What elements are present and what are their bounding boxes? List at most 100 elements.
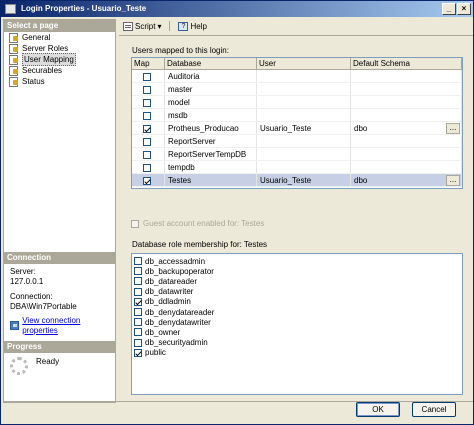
database-cell: model bbox=[165, 96, 257, 108]
chevron-down-icon[interactable]: ▾ bbox=[157, 22, 161, 31]
map-checkbox[interactable] bbox=[143, 85, 151, 94]
browse-schema-button[interactable]: ... bbox=[446, 123, 460, 134]
user-cell[interactable]: Usuario_Teste bbox=[257, 174, 351, 186]
table-row[interactable]: model bbox=[132, 96, 462, 109]
users-mapped-label: Users mapped to this login: bbox=[132, 46, 229, 55]
page-item-status[interactable]: Status bbox=[4, 76, 115, 87]
list-item: db_securityadmin bbox=[134, 338, 460, 348]
map-cell bbox=[132, 174, 165, 186]
minimize-icon[interactable]: _ bbox=[442, 3, 456, 15]
col-database-header[interactable]: Database bbox=[165, 58, 257, 69]
cancel-button[interactable]: Cancel bbox=[412, 402, 456, 417]
view-connection-properties-link[interactable]: View connection properties bbox=[22, 316, 109, 335]
user-mapping-grid: Map Database User Default Schema Auditor… bbox=[131, 57, 463, 189]
close-icon[interactable]: × bbox=[457, 3, 471, 15]
map-checkbox[interactable] bbox=[143, 137, 151, 146]
schema-cell[interactable] bbox=[351, 70, 462, 82]
help-button[interactable]: ? Help bbox=[178, 21, 207, 31]
user-cell[interactable] bbox=[257, 96, 351, 108]
role-checkbox[interactable] bbox=[134, 318, 142, 327]
map-checkbox[interactable] bbox=[143, 72, 151, 81]
script-icon bbox=[123, 21, 133, 31]
list-item: db_datawriter bbox=[134, 287, 460, 297]
page-icon bbox=[9, 77, 19, 87]
page-item-general[interactable]: General bbox=[4, 32, 115, 43]
list-item: db_denydatawriter bbox=[134, 317, 460, 327]
table-row[interactable]: Testes Usuario_Teste dbo... bbox=[132, 174, 462, 187]
page-item-label: Status bbox=[22, 77, 45, 86]
map-cell bbox=[132, 148, 165, 160]
col-schema-header[interactable]: Default Schema bbox=[351, 58, 462, 69]
page-icon bbox=[9, 44, 19, 54]
progress-header: Progress bbox=[4, 341, 115, 353]
table-row[interactable]: msdb bbox=[132, 109, 462, 122]
page-item-securables[interactable]: Securables bbox=[4, 65, 115, 76]
map-cell bbox=[132, 161, 165, 173]
table-row[interactable]: ReportServer bbox=[132, 135, 462, 148]
page-list: General Server Roles User Mapping Securable… bbox=[4, 32, 115, 87]
window-title: Login Properties - Usuario_Teste bbox=[21, 4, 147, 13]
table-row[interactable]: ReportServerTempDB bbox=[132, 148, 462, 161]
script-button[interactable]: Script ▾ bbox=[123, 21, 161, 31]
table-row[interactable]: master bbox=[132, 83, 462, 96]
connection-properties-icon bbox=[10, 321, 20, 330]
guest-account-checkbox bbox=[131, 219, 139, 228]
user-cell[interactable] bbox=[257, 135, 351, 147]
table-row[interactable]: Protheus_Producao Usuario_Teste dbo... bbox=[132, 122, 462, 135]
role-label: public bbox=[145, 348, 166, 358]
progress-spinner-icon bbox=[10, 357, 28, 375]
page-item-user-mapping[interactable]: User Mapping bbox=[4, 53, 115, 66]
roles-label: Database role membership for: Testes bbox=[132, 240, 268, 249]
browse-schema-button[interactable]: ... bbox=[446, 175, 460, 186]
title-bar: Login Properties - Usuario_Teste _ × bbox=[1, 1, 473, 17]
user-cell[interactable] bbox=[257, 70, 351, 82]
role-checkbox[interactable] bbox=[134, 297, 142, 306]
schema-cell[interactable] bbox=[351, 161, 462, 173]
role-checkbox[interactable] bbox=[134, 267, 142, 276]
database-cell: Protheus_Producao bbox=[165, 122, 257, 134]
role-label: db_backupoperator bbox=[145, 266, 214, 276]
table-row[interactable]: tempdb bbox=[132, 161, 462, 174]
role-checkbox[interactable] bbox=[134, 287, 142, 296]
connection-section: Connection Server: 127.0.0.1 Connection:… bbox=[4, 252, 115, 338]
schema-cell[interactable] bbox=[351, 109, 462, 121]
map-cell bbox=[132, 135, 165, 147]
map-checkbox[interactable] bbox=[143, 98, 151, 107]
schema-cell[interactable] bbox=[351, 96, 462, 108]
role-checkbox[interactable] bbox=[134, 338, 142, 347]
user-cell[interactable]: Usuario_Teste bbox=[257, 122, 351, 134]
table-row[interactable]: Auditoria bbox=[132, 70, 462, 83]
page-icon bbox=[9, 66, 19, 76]
col-map-header[interactable]: Map bbox=[132, 58, 165, 69]
role-checkbox[interactable] bbox=[134, 308, 142, 317]
schema-cell[interactable] bbox=[351, 148, 462, 160]
schema-cell[interactable]: dbo... bbox=[351, 122, 462, 134]
grid-header: Map Database User Default Schema bbox=[132, 58, 462, 70]
map-checkbox[interactable] bbox=[143, 111, 151, 120]
page-icon bbox=[9, 55, 19, 65]
role-checkbox[interactable] bbox=[134, 277, 142, 286]
user-cell[interactable] bbox=[257, 109, 351, 121]
ok-button[interactable]: OK bbox=[356, 402, 400, 417]
col-user-header[interactable]: User bbox=[257, 58, 351, 69]
user-cell[interactable] bbox=[257, 83, 351, 95]
guest-account-checkbox-row: Guest account enabled for: Testes bbox=[131, 219, 264, 228]
schema-cell[interactable] bbox=[351, 135, 462, 147]
help-icon: ? bbox=[178, 21, 189, 31]
map-checkbox[interactable] bbox=[143, 176, 151, 185]
schema-cell[interactable]: dbo... bbox=[351, 174, 462, 186]
role-checkbox[interactable] bbox=[134, 328, 142, 337]
role-membership-list: db_accessadmin db_backupoperator db_datare… bbox=[131, 253, 463, 395]
user-cell[interactable] bbox=[257, 161, 351, 173]
schema-cell[interactable] bbox=[351, 83, 462, 95]
role-checkbox[interactable] bbox=[134, 257, 142, 266]
select-page-header: Select a page bbox=[4, 20, 115, 32]
list-item: db_backupoperator bbox=[134, 266, 460, 276]
map-checkbox[interactable] bbox=[143, 150, 151, 159]
map-checkbox[interactable] bbox=[143, 163, 151, 172]
map-checkbox[interactable] bbox=[143, 124, 151, 133]
role-checkbox[interactable] bbox=[134, 348, 142, 357]
connection-value: DBA\Win7Portable bbox=[10, 301, 77, 311]
list-item: db_owner bbox=[134, 327, 460, 337]
user-cell[interactable] bbox=[257, 148, 351, 160]
